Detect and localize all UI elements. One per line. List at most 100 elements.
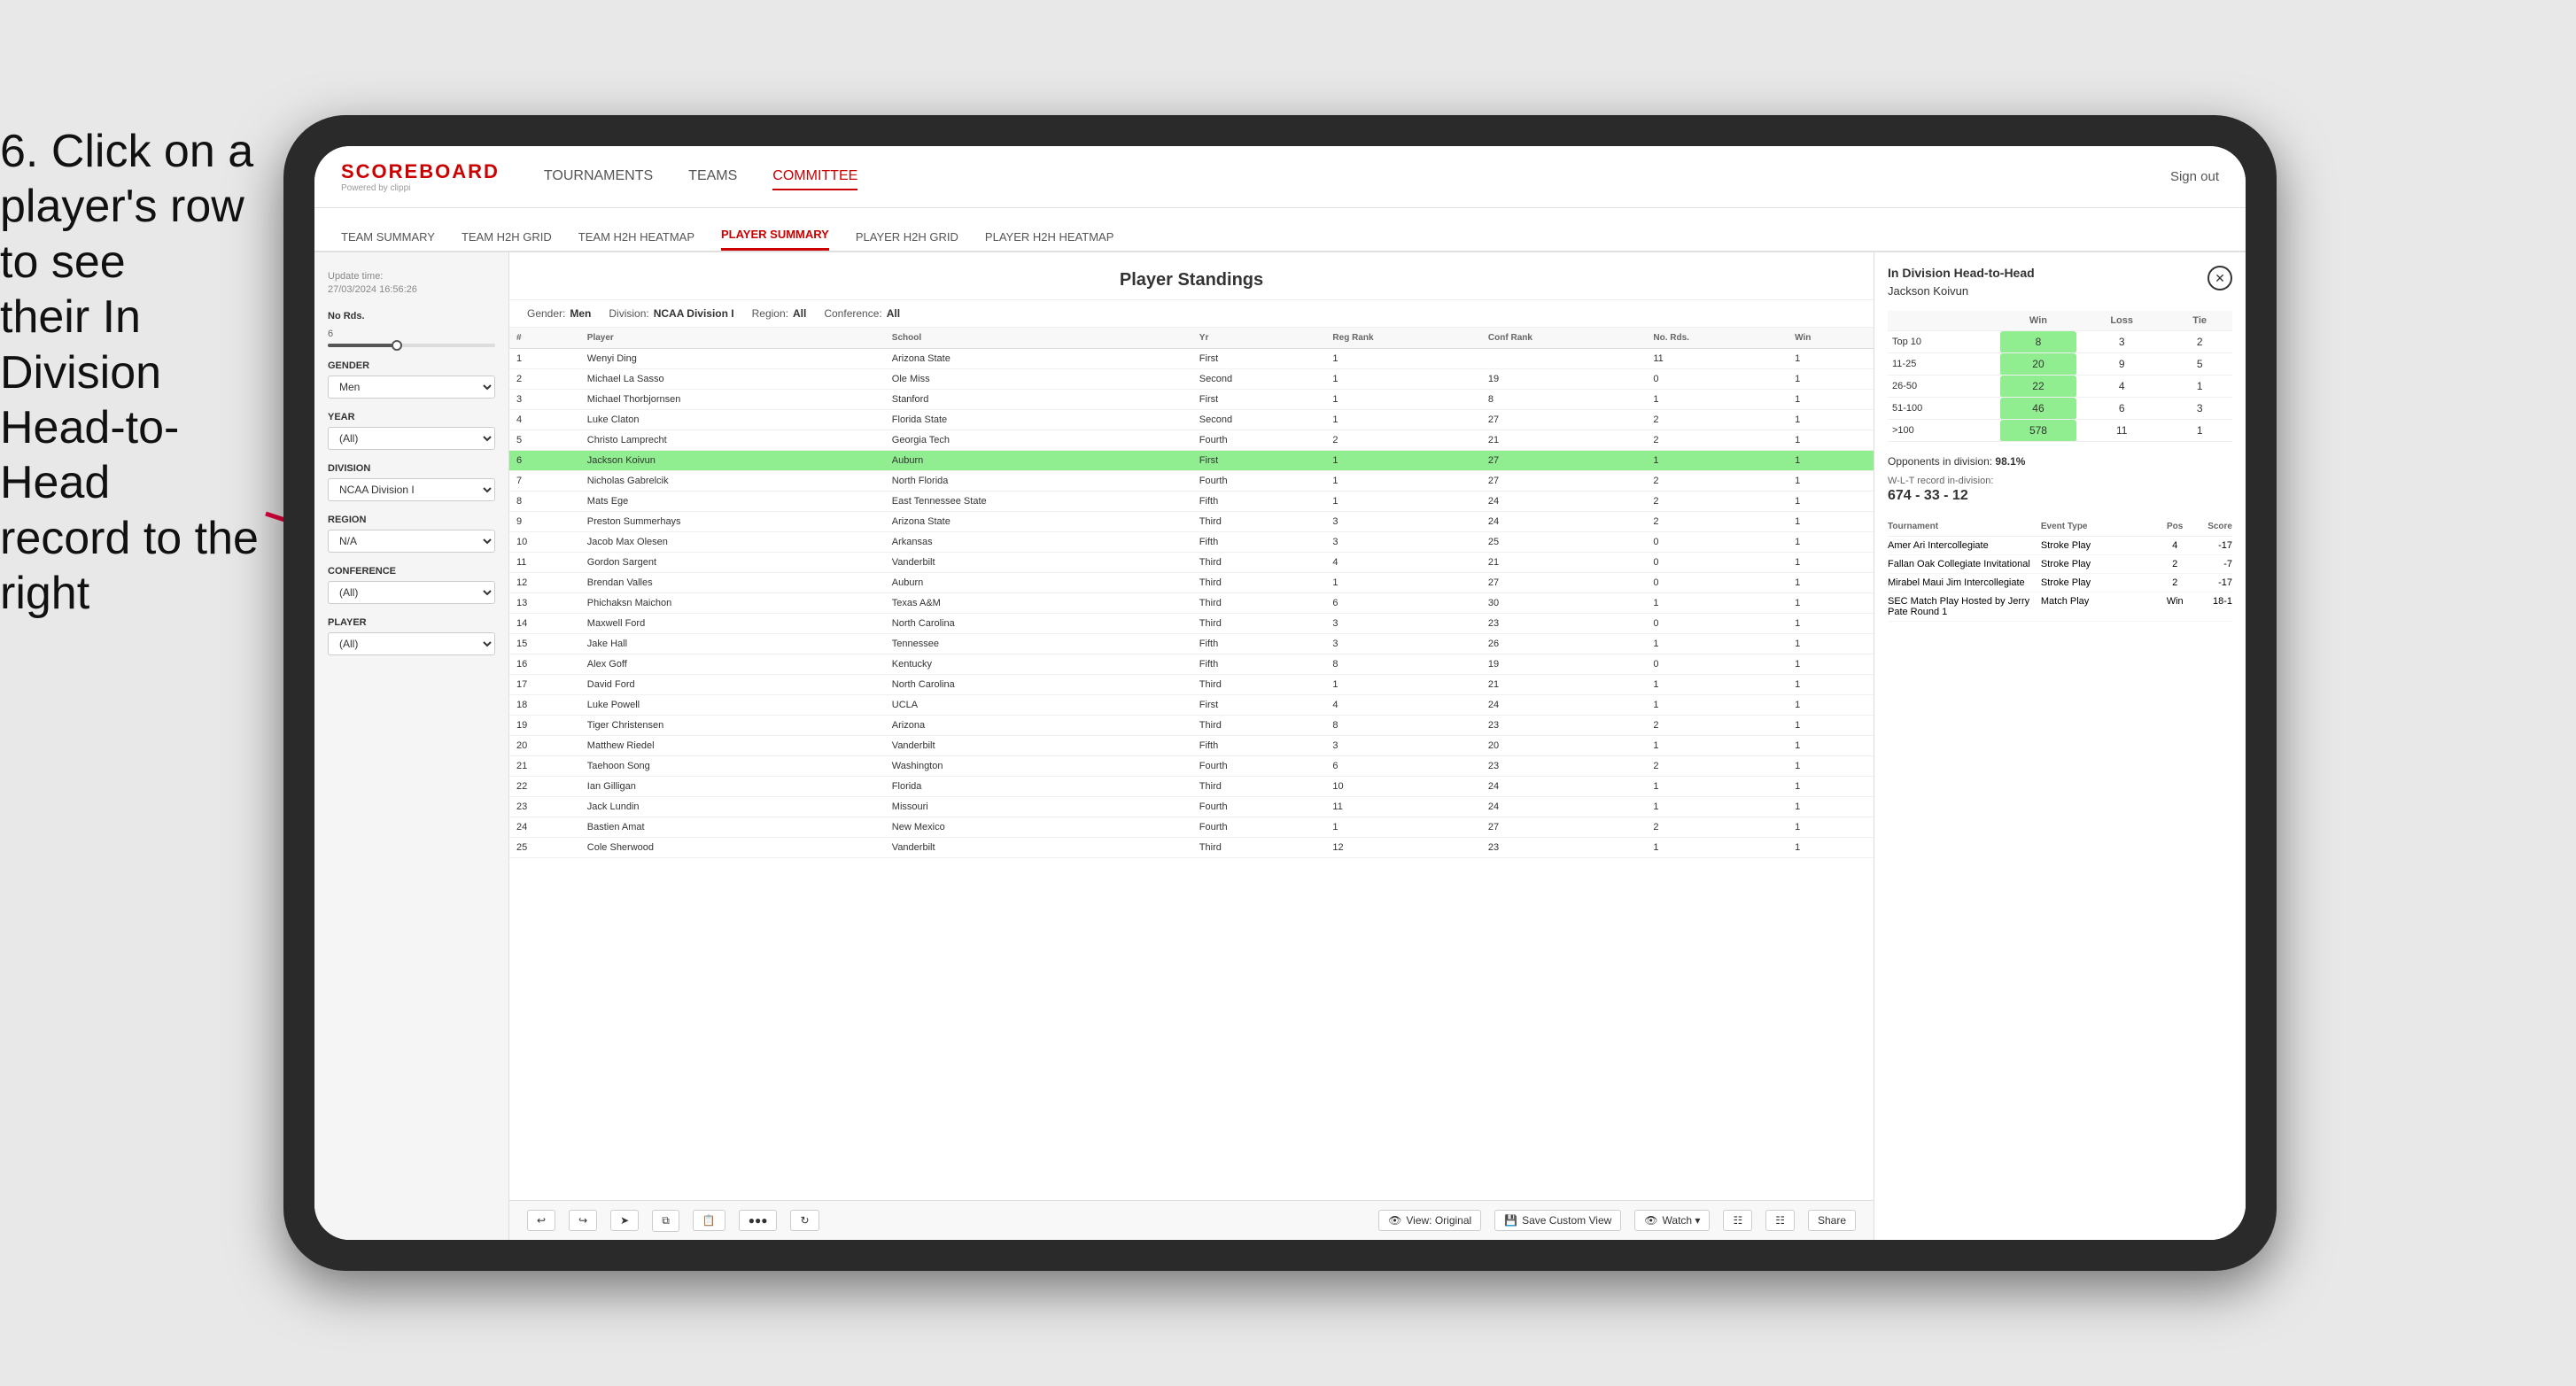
cell-conf-rank: 23	[1481, 756, 1646, 777]
cell-player: Taehoon Song	[580, 756, 885, 777]
nav-tournaments[interactable]: TOURNAMENTS	[544, 164, 653, 190]
cell-yr: Third	[1192, 716, 1326, 736]
cell-school: Georgia Tech	[885, 430, 1192, 451]
cell-rds: 1	[1646, 390, 1788, 410]
share-button[interactable]: Share	[1808, 1210, 1856, 1231]
redo-button[interactable]: ↪	[569, 1210, 597, 1231]
gender-select[interactable]: Men	[328, 376, 495, 399]
sub-nav-player-h2h-heatmap[interactable]: PLAYER H2H HEATMAP	[985, 230, 1113, 251]
table-row[interactable]: 19 Tiger Christensen Arizona Third 8 23 …	[509, 716, 1874, 736]
cell-yr: Third	[1192, 614, 1326, 634]
sub-nav-player-h2h-grid[interactable]: PLAYER H2H GRID	[856, 230, 958, 251]
table-row[interactable]: 5 Christo Lamprecht Georgia Tech Fourth …	[509, 430, 1874, 451]
grid-button[interactable]: ☷	[1765, 1210, 1795, 1231]
copy-button[interactable]: ⧉	[652, 1210, 679, 1232]
table-row[interactable]: 6 Jackson Koivun Auburn First 1 27 1 1	[509, 451, 1874, 471]
table-row[interactable]: 24 Bastien Amat New Mexico Fourth 1 27 2…	[509, 817, 1874, 838]
table-row[interactable]: 17 David Ford North Carolina Third 1 21 …	[509, 675, 1874, 695]
table-row[interactable]: 2 Michael La Sasso Ole Miss Second 1 19 …	[509, 369, 1874, 390]
view-original-button[interactable]: 👁 View: Original	[1378, 1210, 1481, 1231]
table-row[interactable]: 1 Wenyi Ding Arizona State First 1 11 1	[509, 349, 1874, 369]
cell-win: 1	[1788, 817, 1874, 838]
eye-icon: 👁	[1644, 1214, 1657, 1227]
table-row[interactable]: 21 Taehoon Song Washington Fourth 6 23 2…	[509, 756, 1874, 777]
table-row[interactable]: 25 Cole Sherwood Vanderbilt Third 12 23 …	[509, 838, 1874, 858]
sign-out-button[interactable]: Sign out	[2170, 169, 2219, 184]
table-row[interactable]: 4 Luke Claton Florida State Second 1 27 …	[509, 410, 1874, 430]
nav-committee[interactable]: COMMITTEE	[772, 164, 857, 190]
table-row[interactable]: 8 Mats Ege East Tennessee State Fifth 1 …	[509, 492, 1874, 512]
standings-table: # Player School Yr Reg Rank Conf Rank No…	[509, 328, 1874, 1200]
h2h-loss: 4	[2076, 376, 2167, 398]
cell-win: 1	[1788, 369, 1874, 390]
table-row[interactable]: 23 Jack Lundin Missouri Fourth 11 24 1 1	[509, 797, 1874, 817]
cell-win: 1	[1788, 716, 1874, 736]
sidebar: Update time: 27/03/2024 16:56:26 No Rds.…	[314, 252, 509, 1240]
cell-school: Washington	[885, 756, 1192, 777]
table-row[interactable]: 10 Jacob Max Olesen Arkansas Fifth 3 25 …	[509, 532, 1874, 553]
tourn-type: Match Play	[2041, 596, 2156, 617]
table-row[interactable]: 14 Maxwell Ford North Carolina Third 3 2…	[509, 614, 1874, 634]
h2h-opponents-pct: Opponents in division: 98.1%	[1888, 455, 2232, 468]
sub-nav-team-h2h-grid[interactable]: TEAM H2H GRID	[462, 230, 552, 251]
cell-rds: 0	[1646, 532, 1788, 553]
cell-win: 1	[1788, 532, 1874, 553]
region-select[interactable]: N/A	[328, 530, 495, 553]
sub-nav-team-h2h-heatmap[interactable]: TEAM H2H HEATMAP	[578, 230, 694, 251]
cell-win: 1	[1788, 451, 1874, 471]
forward-button[interactable]: ➤	[610, 1210, 639, 1231]
year-label: Year	[328, 412, 495, 422]
compare-button[interactable]: ☷	[1723, 1210, 1752, 1231]
refresh-button[interactable]: ↻	[790, 1210, 819, 1231]
player-select[interactable]: (All)	[328, 632, 495, 655]
cell-yr: First	[1192, 451, 1326, 471]
save-custom-button[interactable]: 💾 Save Custom View	[1494, 1210, 1621, 1231]
table-row[interactable]: 3 Michael Thorbjornsen Stanford First 1 …	[509, 390, 1874, 410]
h2h-col-loss: Loss	[2076, 311, 2167, 331]
cell-player: Ian Gilligan	[580, 777, 885, 797]
cell-yr: Second	[1192, 410, 1326, 430]
watch-button[interactable]: 👁 Watch ▾	[1634, 1210, 1710, 1231]
col-reg-rank: Reg Rank	[1325, 328, 1481, 349]
no-rds-slider[interactable]	[328, 344, 495, 347]
sub-nav-player-summary[interactable]: PLAYER SUMMARY	[721, 228, 829, 251]
table-row[interactable]: 7 Nicholas Gabrelcik North Florida Fourt…	[509, 471, 1874, 492]
paste-button[interactable]: 📋	[693, 1210, 725, 1231]
undo-button[interactable]: ↩	[527, 1210, 555, 1231]
table-row[interactable]: 16 Alex Goff Kentucky Fifth 8 19 0 1	[509, 654, 1874, 675]
cell-conf-rank: 19	[1481, 654, 1646, 675]
cell-num: 23	[509, 797, 580, 817]
table-row[interactable]: 18 Luke Powell UCLA First 4 24 1 1	[509, 695, 1874, 716]
col-yr: Yr	[1192, 328, 1326, 349]
cell-win: 1	[1788, 593, 1874, 614]
division-select[interactable]: NCAA Division I	[328, 478, 495, 501]
cell-conf-rank: 21	[1481, 430, 1646, 451]
settings-button[interactable]: ●●●	[739, 1210, 778, 1231]
table-row[interactable]: 12 Brendan Valles Auburn Third 1 27 0 1	[509, 573, 1874, 593]
h2h-close-button[interactable]: ✕	[2207, 266, 2232, 290]
tourn-name: Fallan Oak Collegiate Invitational	[1888, 559, 2041, 569]
cell-school: Arizona State	[885, 349, 1192, 369]
table-row[interactable]: 11 Gordon Sargent Vanderbilt Third 4 21 …	[509, 553, 1874, 573]
h2h-player-name: Jackson Koivun	[1888, 284, 2035, 298]
cell-player: Tiger Christensen	[580, 716, 885, 736]
conference-select[interactable]: (All)	[328, 581, 495, 604]
cell-num: 12	[509, 573, 580, 593]
year-select[interactable]: (All)	[328, 427, 495, 450]
cell-rds: 0	[1646, 614, 1788, 634]
table-row[interactable]: 22 Ian Gilligan Florida Third 10 24 1 1	[509, 777, 1874, 797]
table-row[interactable]: 15 Jake Hall Tennessee Fifth 3 26 1 1	[509, 634, 1874, 654]
table-row[interactable]: 9 Preston Summerhays Arizona State Third…	[509, 512, 1874, 532]
h2h-win: 8	[2000, 331, 2076, 353]
nav-teams[interactable]: TEAMS	[688, 164, 737, 190]
sidebar-year: Year (All)	[328, 412, 495, 450]
cell-win: 1	[1788, 634, 1874, 654]
table-row[interactable]: 20 Matthew Riedel Vanderbilt Fifth 3 20 …	[509, 736, 1874, 756]
sub-nav-team-summary[interactable]: TEAM SUMMARY	[341, 230, 435, 251]
cell-win: 1	[1788, 654, 1874, 675]
cell-conf-rank: 24	[1481, 695, 1646, 716]
h2h-win: 46	[2000, 398, 2076, 420]
player-label: Player	[328, 617, 495, 628]
cell-reg-rank: 1	[1325, 817, 1481, 838]
table-row[interactable]: 13 Phichaksn Maichon Texas A&M Third 6 3…	[509, 593, 1874, 614]
